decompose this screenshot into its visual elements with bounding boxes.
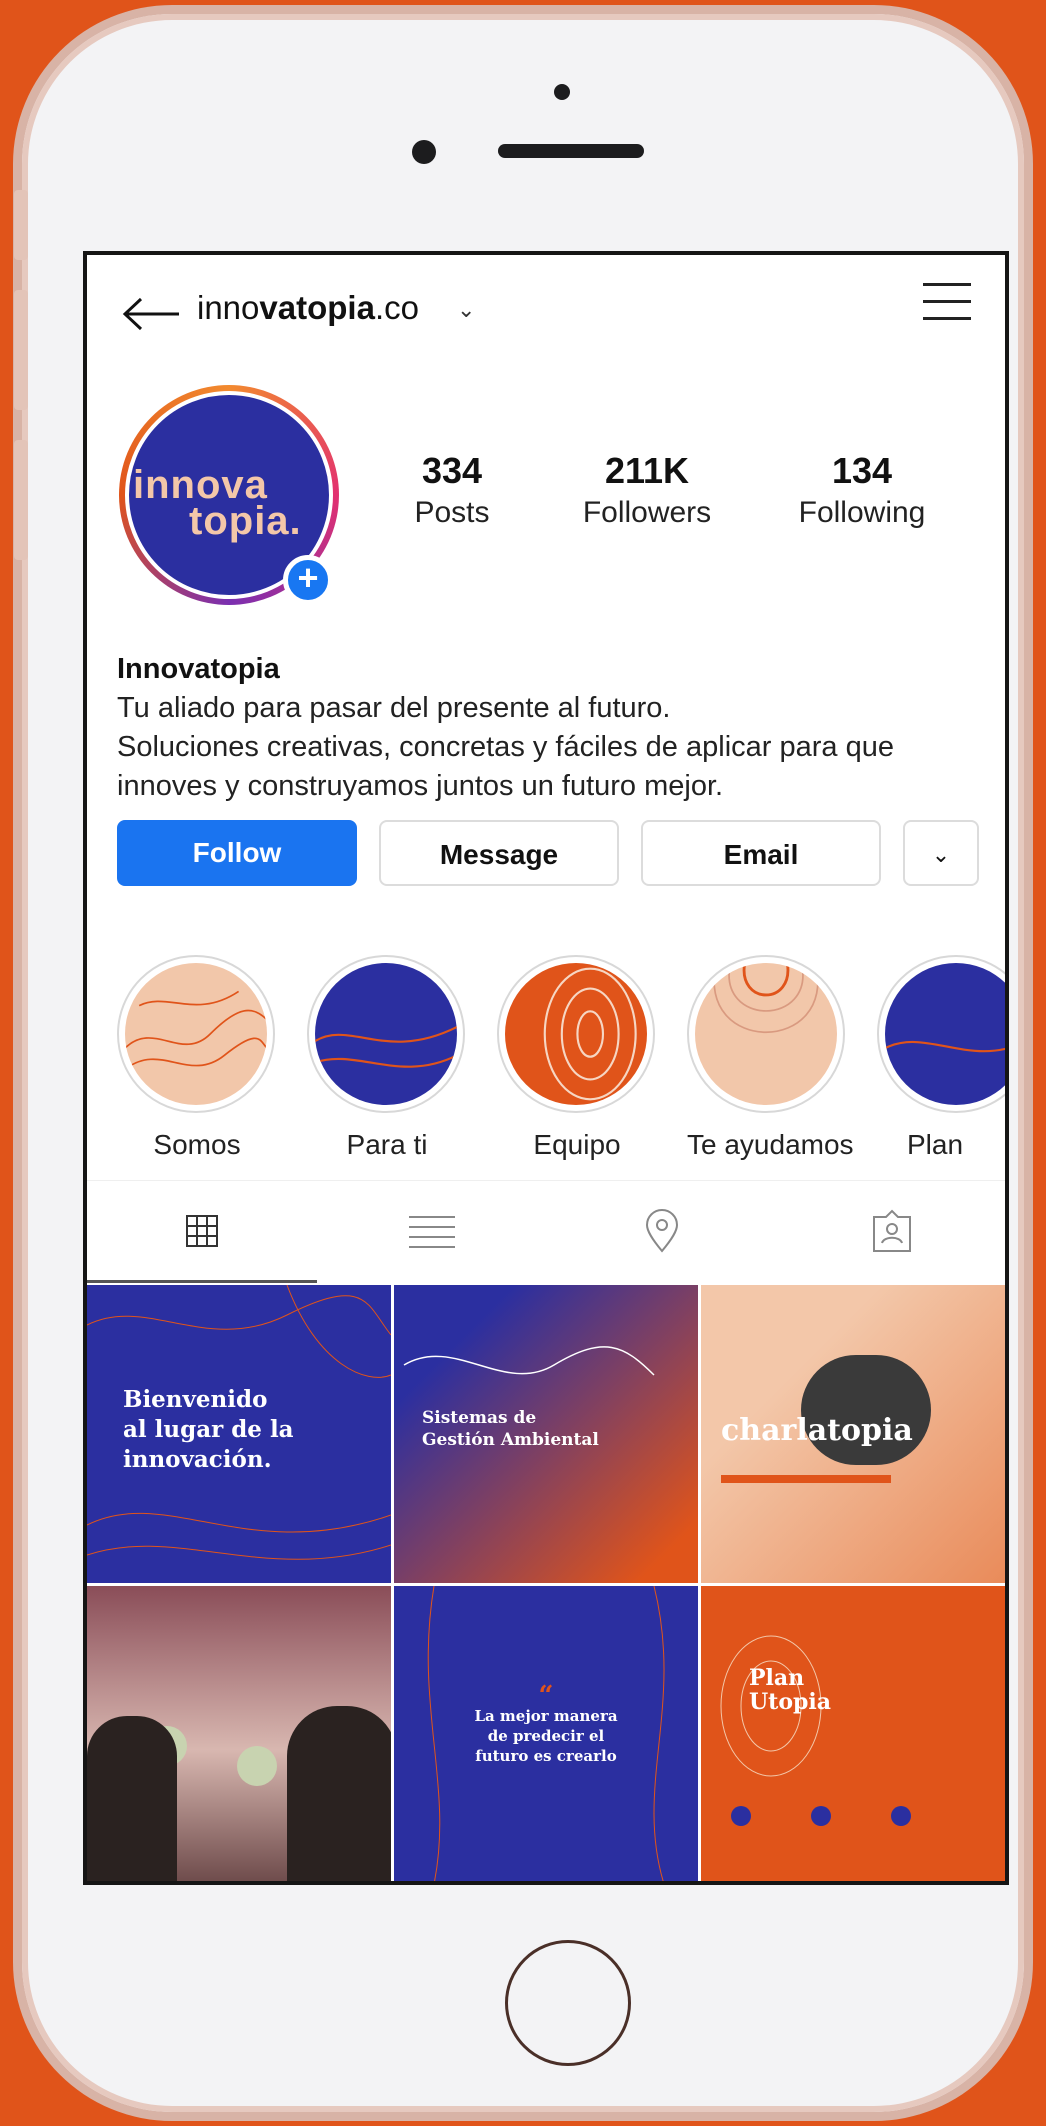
chevron-down-icon[interactable]: ⌄: [903, 820, 979, 886]
post-title: Plan Utopia: [749, 1665, 832, 1715]
highlight-cover: [315, 963, 457, 1105]
post-tile[interactable]: “ La mejor manera de predecir el futuro es…: [394, 1586, 698, 1881]
chevron-down-icon[interactable]: ⌄: [457, 297, 475, 323]
highlight-somos[interactable]: Somos: [117, 955, 277, 1161]
grid-icon: [186, 1215, 218, 1247]
post-person: [87, 1716, 177, 1881]
stat-posts[interactable]: 334 Posts: [377, 450, 527, 530]
post-person: [287, 1706, 391, 1881]
profile-name: Innovatopia: [117, 653, 280, 685]
post-photo-detail: [237, 1746, 277, 1786]
active-tab-indicator: [87, 1280, 317, 1283]
front-camera: [412, 140, 436, 164]
highlight-label: Equipo: [533, 1129, 621, 1160]
tagged-person-icon: [873, 1209, 911, 1252]
posts-grid: Bienvenido al lugar de la innovación. Sist…: [87, 1285, 1005, 1881]
post-quote: “ La mejor manera de predecir el futuro es…: [474, 1681, 618, 1765]
highlight-label: Para ti: [346, 1129, 428, 1160]
highlight-cover: [695, 963, 837, 1105]
stat-following[interactable]: 134 Following: [767, 450, 957, 530]
post-tile[interactable]: [87, 1586, 391, 1881]
list-icon: [409, 1216, 455, 1248]
hamburger-icon[interactable]: [923, 283, 971, 323]
post-title: Sistemas de Gestión Ambiental: [422, 1408, 599, 1450]
post-tile[interactable]: Plan Utopia: [701, 1586, 1005, 1881]
follow-button[interactable]: Follow: [117, 820, 357, 886]
bio-text: innoves y construyamos juntos un futuro …: [117, 770, 724, 802]
earpiece-speaker: [498, 144, 644, 158]
highlight-label: Somos: [153, 1129, 241, 1160]
proximity-sensor: [554, 84, 570, 100]
top-bar: innovatopia.co ⌄: [87, 255, 1005, 373]
email-button[interactable]: Email: [641, 820, 881, 886]
tab-location[interactable]: [547, 1181, 777, 1281]
volume-up-button: [14, 290, 28, 410]
highlight-cover: [505, 963, 647, 1105]
highlight-label: Plan: [907, 1129, 964, 1160]
profile-tabs: [87, 1180, 1005, 1281]
stat-followers[interactable]: 211K Followers: [557, 450, 737, 530]
highlight-para-ti[interactable]: Para ti: [307, 955, 467, 1161]
post-subtitle-bar: [721, 1475, 891, 1483]
mute-switch: [14, 190, 28, 260]
post-tile[interactable]: charlatopia: [701, 1285, 1005, 1583]
home-button[interactable]: [505, 1940, 631, 2066]
highlight-cover: [885, 963, 1005, 1105]
highlight-te-ayudamos[interactable]: Te ayudamos: [687, 955, 854, 1161]
post-tile[interactable]: Sistemas de Gestión Ambiental: [394, 1285, 698, 1583]
highlight-cover: [125, 963, 267, 1105]
post-title: Bienvenido al lugar de la innovación.: [123, 1386, 294, 1473]
avatar-logo-text: topia.: [189, 499, 302, 543]
highlight-label: Te ayudamos: [687, 1129, 854, 1160]
post-title: charlatopia: [721, 1413, 913, 1448]
post-tile[interactable]: Bienvenido al lugar de la innovación.: [87, 1285, 391, 1583]
speaker-photo: [801, 1355, 931, 1465]
tab-tagged[interactable]: [777, 1181, 1005, 1281]
instagram-profile-screen: innovatopia.co ⌄ innova topia. + 334 Post…: [83, 251, 1009, 1885]
highlight-equipo[interactable]: Equipo: [497, 955, 657, 1161]
volume-down-button: [14, 440, 28, 560]
add-story-icon[interactable]: +: [283, 555, 333, 605]
highlight-plan[interactable]: Plan: [877, 955, 1005, 1161]
tab-grid[interactable]: [87, 1181, 317, 1281]
tab-list[interactable]: [317, 1181, 547, 1281]
bio-text: Soluciones creativas, concretas y fácile…: [117, 731, 894, 763]
bio-text: Tu aliado para pasar del presente al fut…: [117, 692, 671, 724]
profile-bio: Innovatopia Tu aliado para pasar del pre…: [117, 650, 977, 806]
arrow-left-icon[interactable]: [121, 295, 181, 333]
profile-username[interactable]: innovatopia.co: [197, 289, 419, 327]
message-button[interactable]: Message: [379, 820, 619, 886]
location-pin-icon: [645, 1209, 679, 1253]
